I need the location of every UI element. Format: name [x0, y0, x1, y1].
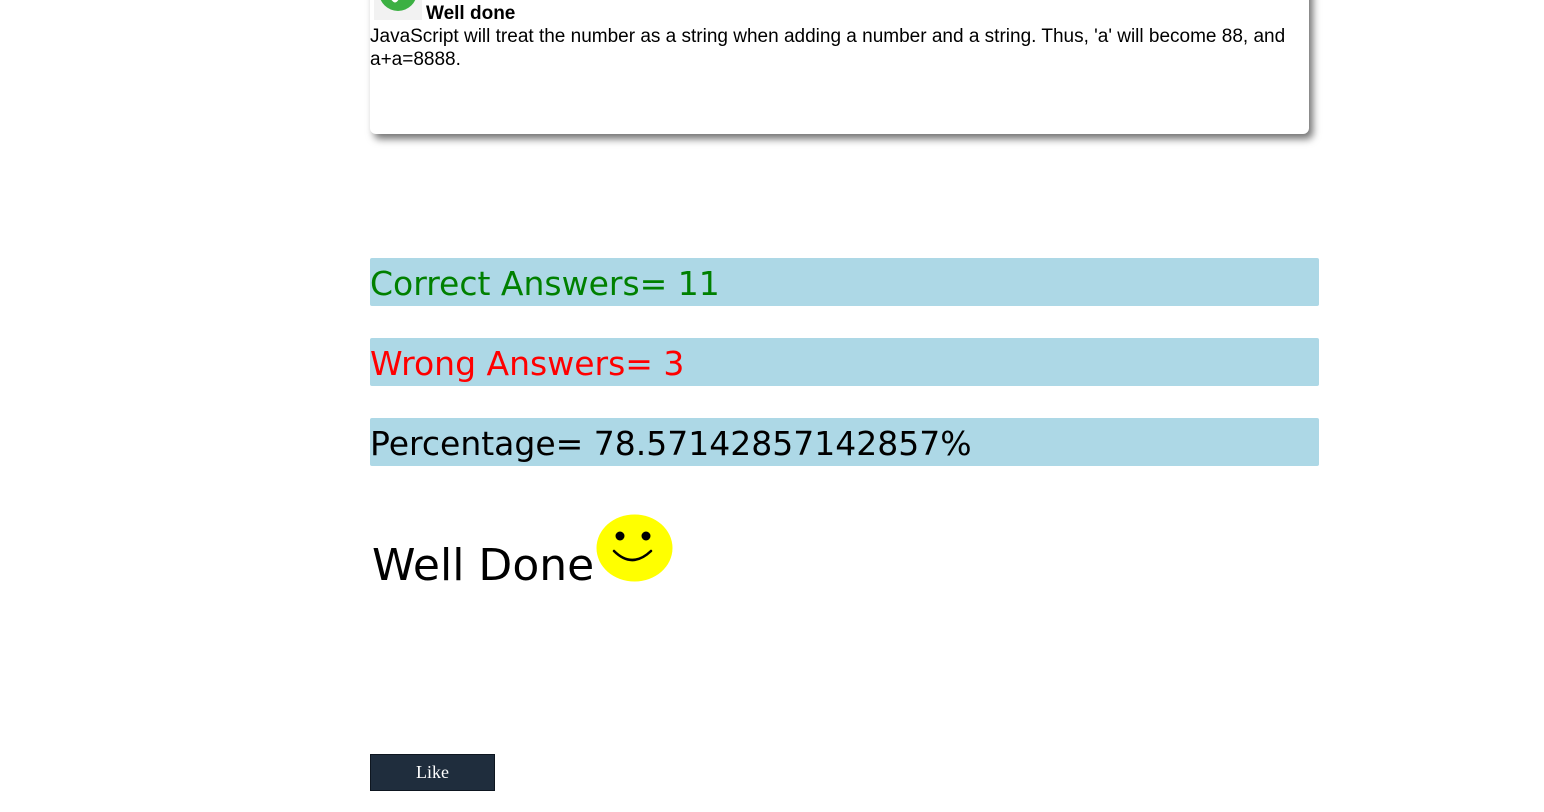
feedback-title: Well done	[426, 3, 516, 24]
like-button[interactable]: Like	[370, 754, 495, 791]
correct-answers-count: Correct Answers= 11	[370, 258, 1319, 306]
wrong-answers-count: Wrong Answers= 3	[370, 338, 1319, 386]
feedback-explanation: JavaScript will treat the number as a st…	[370, 26, 1286, 70]
smiley-face-icon	[596, 514, 673, 582]
check-circle-icon	[374, 0, 422, 20]
percentage-score: Percentage= 78.57142857142857%	[370, 418, 1319, 466]
answer-feedback-card: Well done JavaScript will treat the numb…	[370, 0, 1309, 134]
result-message: Well Done	[372, 540, 595, 591]
